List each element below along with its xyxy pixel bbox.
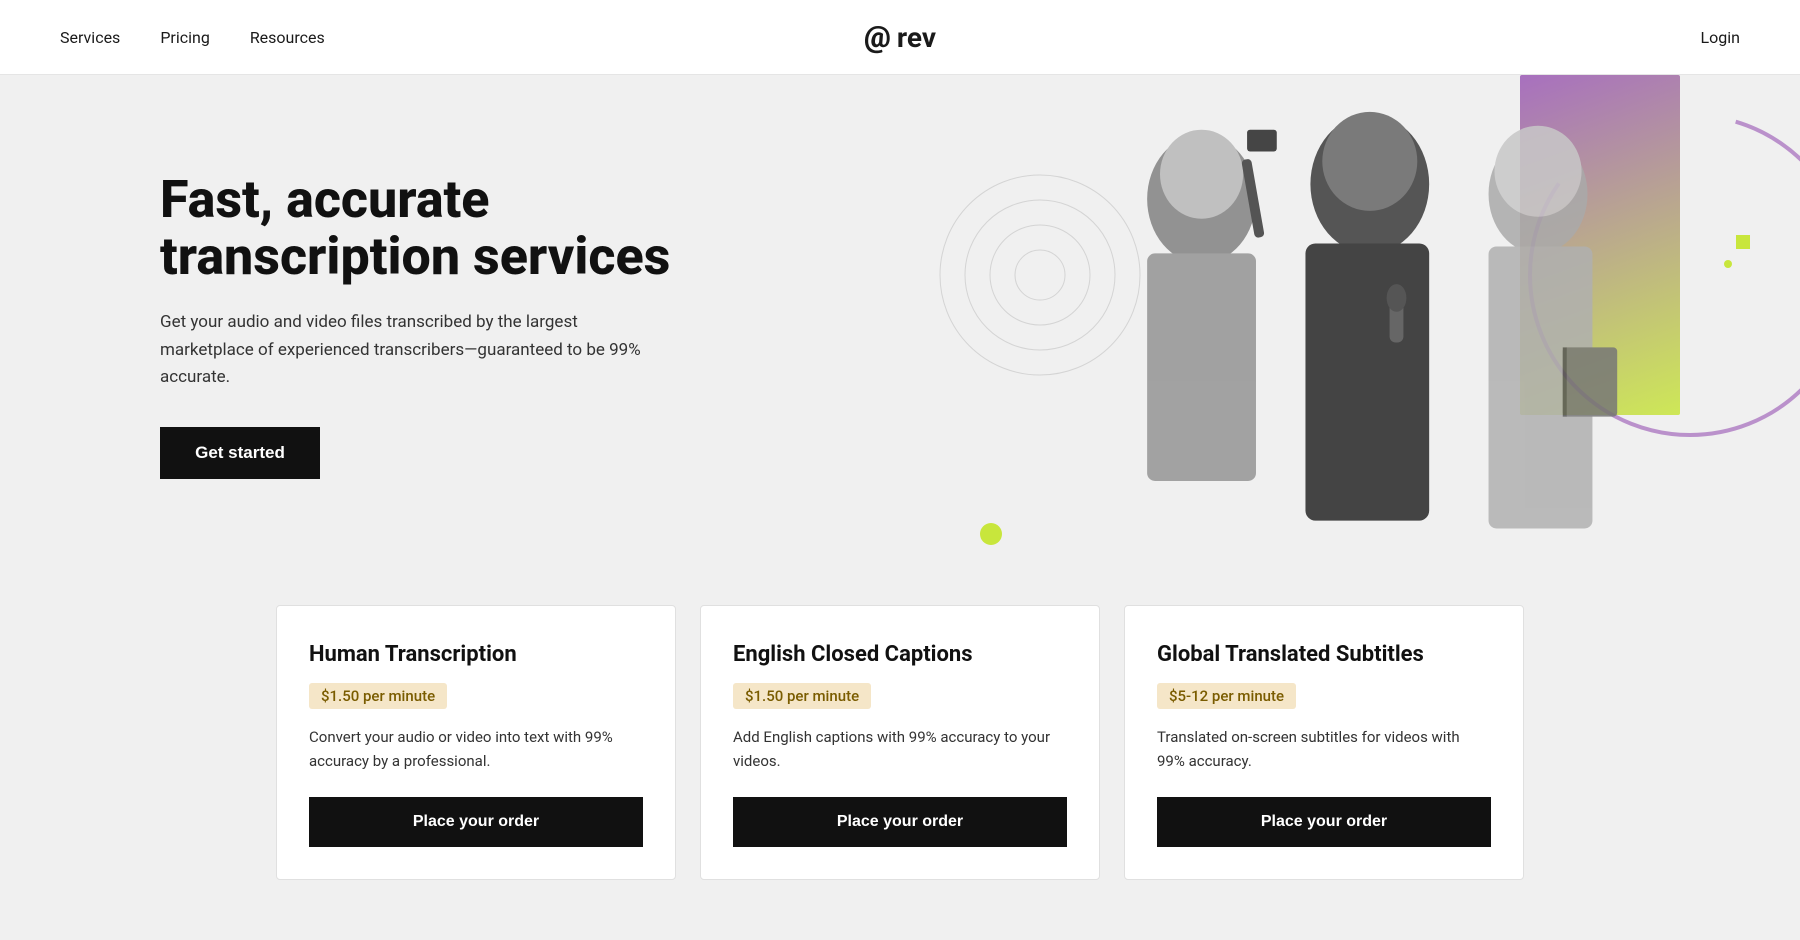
card-price-1: $1.50 per minute bbox=[733, 683, 871, 709]
hero-section: Fast, accurate transcription services Ge… bbox=[0, 75, 1800, 575]
nav-logo[interactable]: @ rev bbox=[864, 20, 936, 55]
nav-left: Services Pricing Resources bbox=[60, 28, 325, 47]
nav-resources[interactable]: Resources bbox=[250, 28, 325, 47]
service-card-0: Human Transcription $1.50 per minute Conve… bbox=[276, 605, 676, 880]
place-order-button-1[interactable]: Place your order bbox=[733, 797, 1067, 847]
card-description-0: Convert your audio or video into text wi… bbox=[309, 725, 643, 773]
nav-login[interactable]: Login bbox=[1701, 28, 1740, 47]
hero-content: Fast, accurate transcription services Ge… bbox=[160, 171, 720, 479]
card-description-2: Translated on-screen subtitles for video… bbox=[1157, 725, 1491, 773]
place-order-button-0[interactable]: Place your order bbox=[309, 797, 643, 847]
card-title-0: Human Transcription bbox=[309, 642, 643, 667]
nav-services[interactable]: Services bbox=[60, 28, 120, 47]
place-order-button-2[interactable]: Place your order bbox=[1157, 797, 1491, 847]
service-card-1: English Closed Captions $1.50 per minute A… bbox=[700, 605, 1100, 880]
hero-image-area bbox=[900, 75, 1800, 575]
card-title-1: English Closed Captions bbox=[733, 642, 1067, 667]
card-title-2: Global Translated Subtitles bbox=[1157, 642, 1491, 667]
cards-section: Human Transcription $1.50 per minute Conve… bbox=[0, 575, 1800, 940]
logo-at-symbol: @ bbox=[864, 20, 891, 55]
navbar: Services Pricing Resources @ rev Login bbox=[0, 0, 1800, 75]
logo-brand: rev bbox=[897, 21, 936, 54]
card-price-2: $5-12 per minute bbox=[1157, 683, 1296, 709]
hero-people-silhouettes bbox=[900, 100, 1800, 575]
service-card-2: Global Translated Subtitles $5-12 per min… bbox=[1124, 605, 1524, 880]
nav-pricing[interactable]: Pricing bbox=[160, 28, 210, 47]
card-description-1: Add English captions with 99% accuracy t… bbox=[733, 725, 1067, 773]
hero-subtitle: Get your audio and video files transcrib… bbox=[160, 309, 660, 391]
hero-title: Fast, accurate transcription services bbox=[160, 171, 720, 285]
card-price-0: $1.50 per minute bbox=[309, 683, 447, 709]
get-started-button[interactable]: Get started bbox=[160, 427, 320, 479]
nav-right: Login bbox=[1701, 28, 1740, 47]
